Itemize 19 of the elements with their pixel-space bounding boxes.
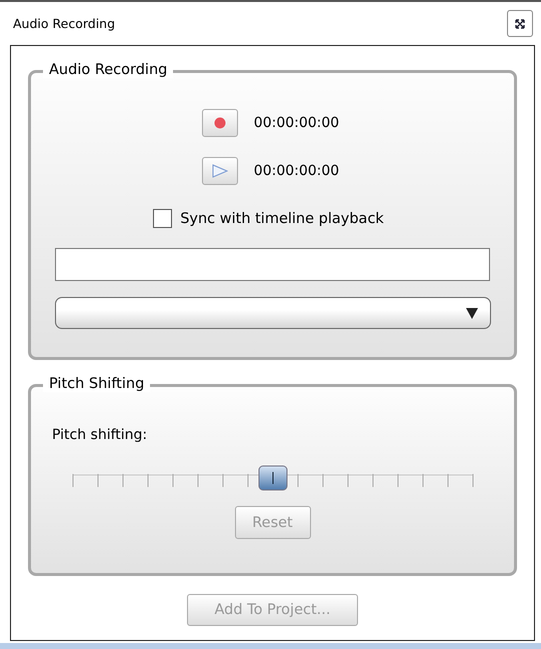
- pitch-label: Pitch shifting:: [52, 427, 148, 443]
- window-title: Audio Recording: [13, 16, 116, 31]
- record-button[interactable]: [202, 109, 238, 137]
- group-title: Pitch Shifting: [43, 376, 150, 392]
- caret-icon: [466, 308, 478, 318]
- group-title: Audio Recording: [43, 62, 174, 78]
- checkbox-label: Sync with timeline playback: [180, 210, 384, 226]
- time-display: 00:00:00:00: [254, 163, 340, 179]
- record-icon: [214, 117, 226, 129]
- close-button[interactable]: [507, 10, 533, 37]
- play-button[interactable]: [202, 157, 238, 185]
- input-field[interactable]: [55, 248, 490, 281]
- dropdown[interactable]: [54, 297, 490, 329]
- sync-checkbox[interactable]: [153, 209, 172, 228]
- play-icon: [212, 164, 228, 178]
- time-display: 00:00:00:00: [254, 115, 340, 131]
- slider-thumb[interactable]: [258, 465, 288, 491]
- pitch-slider[interactable]: [70, 465, 474, 493]
- close-icon: [514, 18, 526, 30]
